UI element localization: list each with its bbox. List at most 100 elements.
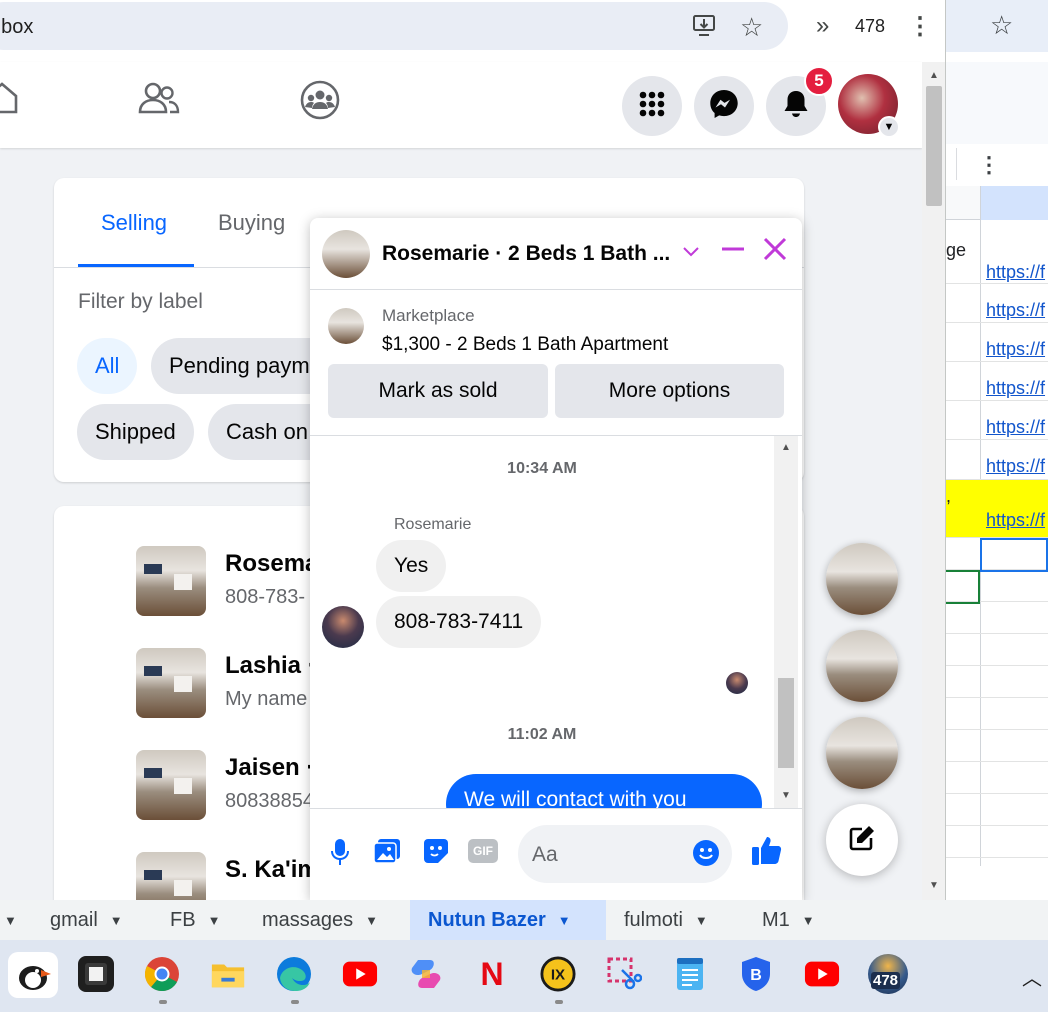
chevron-down-icon[interactable]: ▼ (878, 116, 900, 138)
selected-cell[interactable] (980, 538, 1048, 572)
sheet-tab-fulmoti[interactable]: fulmoti ▼ (610, 900, 722, 940)
sticker-icon[interactable] (422, 837, 450, 872)
chevron-down-icon[interactable]: ▼ (110, 913, 123, 928)
chat-scrollbar-thumb[interactable] (778, 678, 794, 768)
grid-row[interactable] (946, 826, 1048, 858)
new-message-button[interactable] (826, 804, 898, 876)
copilot-app-icon[interactable] (408, 956, 444, 992)
snipping-tool-app-icon[interactable] (606, 956, 642, 992)
grid-row[interactable] (946, 730, 1048, 762)
extension-badge-count[interactable]: 478 (855, 16, 885, 37)
scroll-up-arrow-icon[interactable]: ▲ (929, 70, 939, 81)
groups-icon[interactable] (300, 80, 340, 125)
cell-link[interactable]: https://f (986, 417, 1045, 438)
message-input[interactable]: Aa (518, 825, 732, 883)
chevron-down-icon[interactable]: ▼ (4, 913, 17, 928)
cell-link[interactable]: https://f (986, 510, 1045, 531)
ix-app-icon[interactable]: IX (540, 956, 576, 992)
more-options-button[interactable]: More options (555, 364, 784, 418)
grid-row[interactable]: https://f (946, 323, 1048, 362)
like-thumb-icon[interactable] (750, 833, 784, 875)
terminal-app-icon[interactable] (78, 956, 114, 992)
page-scrollbar-thumb[interactable] (926, 86, 942, 206)
scroll-up-arrow-icon[interactable]: ▲ (781, 442, 791, 453)
bookmark-star-icon[interactable]: ☆ (740, 12, 763, 43)
scroll-down-arrow-icon[interactable]: ▼ (781, 790, 791, 801)
outgoing-message[interactable]: We will contact with you (446, 774, 762, 808)
sheet-tab-scroll-left[interactable]: ▼ (4, 900, 17, 940)
notepad-app-icon[interactable] (672, 956, 708, 992)
photo-icon[interactable] (372, 837, 402, 872)
chevron-down-icon[interactable]: ▼ (802, 913, 815, 928)
sender-avatar[interactable] (322, 606, 364, 648)
bitwarden-app-icon[interactable]: B (738, 956, 774, 992)
messenger-button[interactable] (694, 76, 754, 136)
incoming-message[interactable]: 808-783-7411 (376, 596, 542, 648)
grid-row[interactable]: https://f (946, 284, 1048, 323)
netflix-app-icon[interactable]: N (474, 956, 510, 992)
sheet-tab-fb[interactable]: FB ▼ (156, 900, 234, 940)
edge-app-icon[interactable] (276, 956, 312, 992)
sheet-tab-nutun-bazer[interactable]: Nutun Bazer ▼ (410, 900, 606, 940)
chevron-down-icon[interactable]: ▼ (558, 913, 571, 928)
grid-row[interactable] (946, 602, 1048, 634)
chevron-down-icon[interactable]: ▼ (695, 913, 708, 928)
youtube-app-icon[interactable] (342, 956, 378, 992)
friends-icon[interactable] (138, 80, 180, 121)
spreadsheet-grid[interactable]: ge https://f https://f https://f https:/… (946, 186, 1048, 866)
more-options-icon[interactable]: ⋮ (978, 152, 1000, 178)
menu-apps-button[interactable] (622, 76, 682, 136)
grid-row-highlighted[interactable]: , https://f (946, 480, 1048, 538)
grid-row[interactable] (946, 698, 1048, 730)
bookmark-star-icon[interactable]: ☆ (990, 10, 1013, 41)
omnibox[interactable]: /inbox ☆ (0, 2, 788, 50)
tab-buying[interactable]: Buying (218, 210, 285, 236)
minimized-chat-head[interactable] (826, 717, 898, 789)
listing-thumbnail[interactable] (328, 308, 364, 344)
chevron-down-icon[interactable]: ▼ (208, 913, 221, 928)
grid-row[interactable]: ge https://f (946, 220, 1048, 284)
sheet-tab-m1[interactable]: M1 ▼ (748, 900, 829, 940)
menu-kebab-icon[interactable]: ⋮ (908, 12, 932, 41)
minimize-icon[interactable] (720, 236, 746, 269)
chevron-up-icon[interactable]: ︿ (1022, 962, 1042, 991)
cell-link[interactable]: https://f (986, 378, 1045, 399)
sheet-tab-gmail[interactable]: gmail ▼ (36, 900, 137, 940)
filter-chip-all[interactable]: All (77, 338, 138, 394)
chat-avatar[interactable] (322, 230, 370, 278)
sheet-tab-massages[interactable]: massages ▼ (248, 900, 392, 940)
microphone-icon[interactable] (330, 837, 350, 874)
file-explorer-app-icon[interactable] (210, 956, 246, 992)
grid-row[interactable] (946, 762, 1048, 794)
message-thread[interactable]: 10:34 AM Rosemarie Yes 808-783-7411 11:0… (310, 436, 802, 808)
home-icon[interactable] (0, 80, 18, 121)
gif-icon[interactable]: GIF (468, 839, 498, 863)
cell-link[interactable]: https://f (986, 300, 1045, 321)
grid-row[interactable]: https://f (946, 440, 1048, 480)
incoming-message[interactable]: Yes (376, 540, 447, 592)
news-weather-icon[interactable]: 478 (868, 954, 908, 994)
minimized-chat-head[interactable] (826, 543, 898, 615)
minimized-chat-head[interactable] (826, 630, 898, 702)
cell-link[interactable]: https://f (986, 262, 1045, 283)
chevron-down-icon[interactable]: ▼ (365, 913, 378, 928)
chat-title[interactable]: Rosemarie · 2 Beds 1 Bath ... (382, 242, 670, 266)
grid-row[interactable] (946, 794, 1048, 826)
filter-chip-shipped[interactable]: Shipped (77, 404, 194, 460)
mark-as-sold-button[interactable]: Mark as sold (328, 364, 548, 418)
chrome-app-icon[interactable] (144, 956, 180, 992)
install-app-icon[interactable] (692, 14, 718, 44)
tab-selling[interactable]: Selling (101, 210, 167, 236)
emoji-icon[interactable] (692, 839, 720, 874)
url-text[interactable]: /inbox (0, 16, 33, 39)
cell-link[interactable]: https://f (986, 339, 1045, 360)
scroll-down-arrow-icon[interactable]: ▼ (929, 880, 939, 891)
youtube-app-2-icon[interactable] (804, 956, 840, 992)
grid-row[interactable]: https://f (946, 401, 1048, 440)
close-icon[interactable] (762, 236, 788, 269)
chevron-down-icon[interactable] (682, 238, 700, 264)
grid-row[interactable] (946, 666, 1048, 698)
listing-title[interactable]: $1,300 - 2 Beds 1 Bath Apartment (382, 334, 668, 356)
extensions-overflow-icon[interactable]: » (816, 12, 829, 40)
grid-row[interactable] (946, 634, 1048, 666)
